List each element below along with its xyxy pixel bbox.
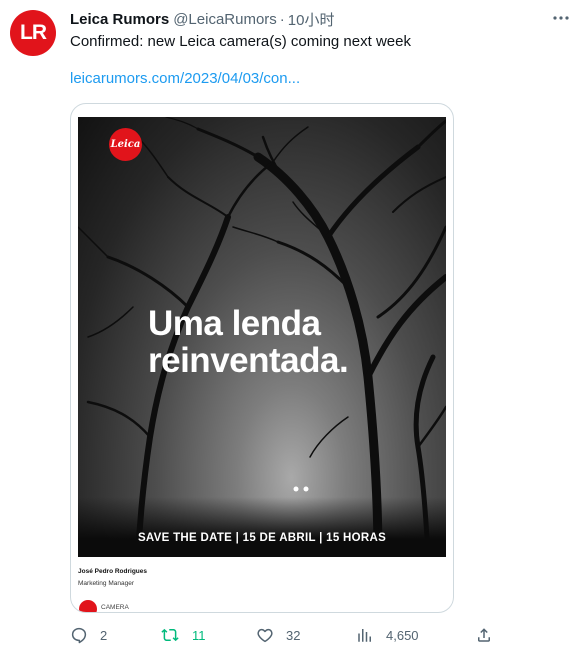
view-count: 4,650 xyxy=(386,627,419,643)
avatar-text: LR xyxy=(20,21,47,44)
retweet-count: 11 xyxy=(192,627,206,643)
share-icon xyxy=(478,628,490,642)
avatar[interactable]: LR xyxy=(10,10,56,56)
like-icon xyxy=(257,628,273,643)
share-button[interactable] xyxy=(475,624,493,646)
tweet-header: Leica Rumors @LeicaRumors · 10小时 xyxy=(70,9,527,30)
media-card[interactable]: Leica Uma lenda reinventada. SAVE THE DA… xyxy=(70,103,454,613)
tweet-link[interactable]: leicarumors.com/2023/04/03/con... xyxy=(70,69,300,89)
timestamp[interactable]: 10小时 xyxy=(288,9,335,30)
signature-brand: CAMERA xyxy=(101,604,129,611)
save-the-date-text: SAVE THE DATE | 15 DE ABRIL | 15 HORAS xyxy=(137,532,387,544)
display-name[interactable]: Leica Rumors xyxy=(70,11,169,28)
retweet-button[interactable]: 11 xyxy=(160,624,206,646)
more-icon[interactable] xyxy=(549,8,573,28)
signature-logo xyxy=(79,600,97,612)
views-button[interactable]: 4,650 xyxy=(356,624,419,646)
action-bar: 2 11 32 4,650 xyxy=(70,624,500,646)
like-button[interactable]: 32 xyxy=(256,624,300,646)
user-handle[interactable]: @LeicaRumors xyxy=(173,11,277,28)
views-icon xyxy=(358,629,371,642)
tweet-text: Confirmed: new Leica camera(s) coming ne… xyxy=(70,33,411,50)
like-count: 32 xyxy=(286,627,301,643)
separator-dot: · xyxy=(279,10,285,28)
bottom-gradient xyxy=(78,497,446,557)
retweet-icon xyxy=(161,628,179,642)
headline-line-1: Uma lenda xyxy=(148,304,321,343)
leica-logo: Leica xyxy=(109,128,142,161)
reply-icon xyxy=(71,627,87,644)
poster-headline: Uma lenda reinventada. xyxy=(148,304,349,380)
leica-logo-text: Leica xyxy=(110,139,141,150)
signature-name: José Pedro Rodrigues xyxy=(78,568,147,575)
signature-title: Marketing Manager xyxy=(78,580,134,587)
reply-count: 2 xyxy=(100,627,108,643)
poster-image[interactable]: Leica Uma lenda reinventada. SAVE THE DA… xyxy=(78,117,446,557)
reply-button[interactable]: 2 xyxy=(70,624,107,646)
headline-line-2: reinventada. xyxy=(148,341,349,380)
